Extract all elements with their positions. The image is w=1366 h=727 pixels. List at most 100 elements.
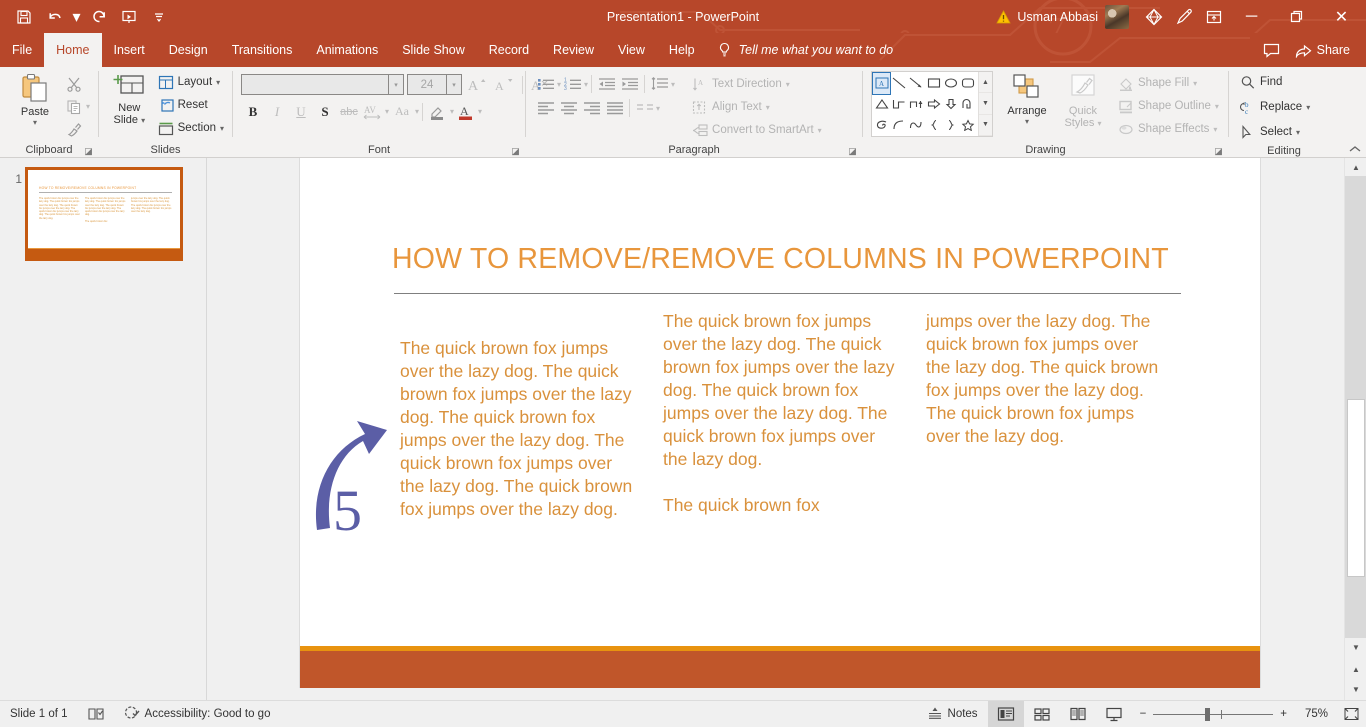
shapes-gallery-scrollbar[interactable]: ▲ ▼ ▼ [978,72,992,136]
restore-button[interactable] [1274,0,1319,33]
scroll-down-icon[interactable]: ▼ [1345,638,1366,656]
align-text-button[interactable]: Align Text ▾ [689,96,825,118]
font-dialog-launcher[interactable]: ◪ [510,146,521,157]
avatar[interactable] [1105,4,1129,29]
section-button[interactable]: Section ▾ [155,117,227,139]
save-icon[interactable] [10,4,38,30]
text-highlight-color-button[interactable] [426,100,450,123]
paragraph-dialog-launcher[interactable]: ◪ [847,146,858,157]
reset-button[interactable]: Reset [155,94,227,116]
new-slide-dropdown-icon[interactable]: ▾ [141,116,145,125]
increase-font-size-button[interactable]: A [465,73,489,96]
shape-outline-button[interactable]: Shape Outline ▾ [1115,95,1222,117]
warning-icon[interactable] [996,9,1012,24]
reading-view-button[interactable] [1060,701,1096,727]
zoom-level[interactable]: 75% [1294,708,1328,720]
shape-star[interactable] [960,114,977,135]
shape-textbox[interactable]: A [871,72,892,95]
numbering-dropdown-icon[interactable]: ▾ [584,80,588,89]
format-painter-button[interactable] [62,118,86,141]
tell-me-search[interactable]: Tell me what you want to do [707,33,904,67]
shape-effects-dropdown-icon[interactable]: ▾ [1213,125,1217,134]
new-slide-button[interactable]: New Slide ▾ [104,70,155,127]
arrange-button[interactable]: Arrange ▾ [993,71,1055,126]
shape-oval[interactable] [942,73,959,94]
accessibility-status[interactable]: Accessibility: Good to go [114,701,281,727]
slide-column-2[interactable]: The quick brown fox jumps over the lazy … [663,310,926,521]
paste-button[interactable]: Paste ▾ [8,70,62,127]
font-size-input[interactable]: 24 [407,74,447,95]
tab-slide-show[interactable]: Slide Show [390,33,477,67]
minimize-button[interactable]: ─ [1229,0,1274,33]
font-name-dropdown-icon[interactable]: ▾ [389,74,404,95]
customize-qat-icon[interactable] [145,4,173,30]
italic-button[interactable]: I [265,100,289,123]
change-case-button[interactable]: Aa [389,100,415,123]
ribbon-display-options-icon[interactable] [1199,0,1229,33]
line-spacing-button[interactable] [648,73,671,95]
zoom-slider[interactable] [1153,707,1274,721]
gallery-scroll-up-icon[interactable]: ▲ [979,72,992,94]
replace-button[interactable]: bc Replace ▾ [1237,96,1313,118]
align-center-button[interactable] [557,97,580,119]
shape-fill-dropdown-icon[interactable]: ▾ [1193,79,1197,88]
paste-dropdown-icon[interactable]: ▾ [33,118,37,127]
shape-effects-button[interactable]: Shape Effects ▾ [1115,118,1222,140]
columns-dropdown-icon[interactable]: ▾ [656,104,660,113]
start-from-beginning-icon[interactable] [115,4,143,30]
character-spacing-button[interactable]: AV [361,100,385,123]
quick-styles-dropdown-icon[interactable]: ▾ [1098,119,1102,128]
normal-view-button[interactable] [987,700,1024,727]
undo-dropdown-icon[interactable]: ▾ [70,4,83,30]
tab-file[interactable]: File [0,33,44,67]
next-slide-icon[interactable]: ▼ [1345,680,1366,698]
shapes-gallery[interactable]: A ▲ ▼ ▼ [871,71,993,137]
diamond-icon[interactable] [1139,0,1169,33]
font-color-dropdown-icon[interactable]: ▾ [478,107,482,116]
justify-button[interactable] [603,97,626,119]
shape-scribble[interactable] [873,114,890,135]
shape-down-arrow[interactable] [942,94,959,115]
font-color-button[interactable]: A [454,100,478,123]
text-direction-dropdown-icon[interactable]: ▾ [786,80,790,89]
shape-right-arrow[interactable] [925,94,942,115]
shape-curve[interactable] [890,114,907,135]
notes-button[interactable]: Notes [917,701,988,727]
change-case-dropdown-icon[interactable]: ▾ [415,107,419,116]
vertical-scrollbar[interactable]: ▲ ▼ ▲ ▼ [1344,146,1366,700]
tab-insert[interactable]: Insert [102,33,157,67]
collapse-ribbon-icon[interactable] [1348,142,1362,156]
layout-dropdown-icon[interactable]: ▾ [216,78,220,87]
font-size-dropdown-icon[interactable]: ▾ [447,74,462,95]
slide-sorter-view-button[interactable] [1024,701,1060,727]
shape-outline-dropdown-icon[interactable]: ▾ [1215,102,1219,111]
slide-text-columns[interactable]: The quick brown fox jumps over the lazy … [400,310,1190,521]
slide-thumbnail-1[interactable]: HOW TO REMOVE/REMOVE COLUMNS IN POWERPOI… [25,167,183,261]
scrollbar-thumb[interactable] [1347,399,1365,577]
tab-design[interactable]: Design [157,33,220,67]
slide-count[interactable]: Slide 1 of 1 [0,701,78,727]
close-button[interactable]: ✕ [1319,0,1364,33]
shape-rounded-rectangle[interactable] [960,73,977,94]
smartart-dropdown-icon[interactable]: ▾ [818,126,822,135]
clipboard-dialog-launcher[interactable]: ◪ [83,146,94,157]
drawing-dialog-launcher[interactable]: ◪ [1213,146,1224,157]
bold-button[interactable]: B [241,100,265,123]
zoom-control[interactable]: − + 75% [1132,707,1336,721]
tab-view[interactable]: View [606,33,657,67]
tab-review[interactable]: Review [541,33,606,67]
decrease-font-size-button[interactable]: A [492,73,516,96]
text-direction-button[interactable]: A Text Direction ▾ [689,73,825,95]
horizontal-scroll-region[interactable] [207,688,1344,700]
zoom-out-button[interactable]: − [1140,708,1147,720]
shape-arrow[interactable] [908,73,925,94]
convert-to-smartart-button[interactable]: Convert to SmartArt ▾ [689,119,825,141]
shape-right-brace[interactable] [942,114,959,135]
gallery-more-icon[interactable]: ▼ [979,115,992,136]
shape-elbow-connector[interactable] [890,94,907,115]
tab-home[interactable]: Home [44,33,102,67]
align-text-dropdown-icon[interactable]: ▾ [766,103,770,112]
section-dropdown-icon[interactable]: ▾ [220,124,224,133]
decrease-indent-button[interactable] [595,73,618,95]
shape-left-brace[interactable] [925,114,942,135]
